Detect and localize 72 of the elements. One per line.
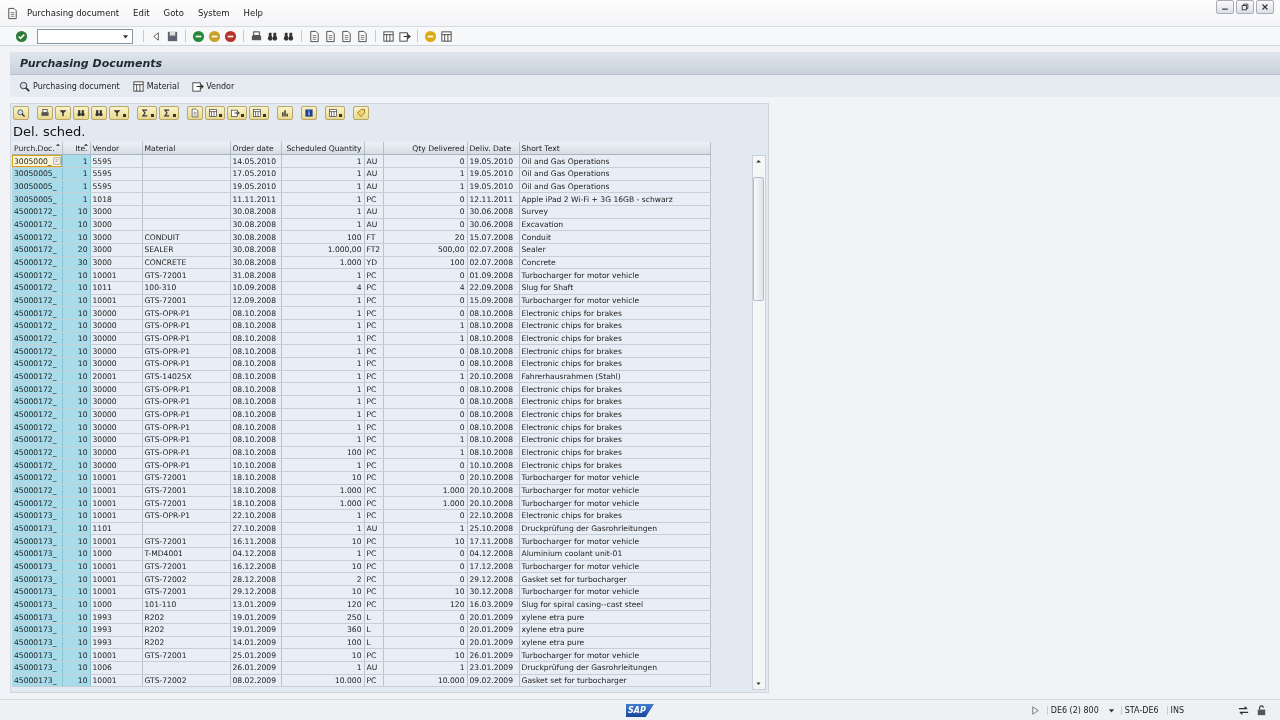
toolbar-button[interactable]: Material [129, 78, 182, 94]
printer-icon[interactable] [250, 29, 263, 43]
grid-icon [328, 107, 338, 118]
filter-button[interactable] [55, 105, 71, 120]
printer-icon [40, 107, 50, 118]
binoculars-icon [76, 107, 86, 118]
find-button[interactable] [73, 105, 89, 120]
total-button[interactable] [137, 105, 157, 120]
bar-chart-icon [280, 107, 290, 118]
cancel-icon[interactable] [224, 29, 237, 43]
screen-title: Purchasing Documents [20, 56, 163, 70]
details-button[interactable] [13, 105, 29, 120]
page-icon[interactable] [324, 29, 337, 43]
page-icon [190, 107, 200, 118]
page-icon[interactable] [308, 29, 321, 43]
shortcut-icon[interactable] [398, 29, 411, 43]
tag-icon [356, 107, 366, 118]
menu-item[interactable]: Purchasing document [27, 8, 120, 18]
page-icon[interactable] [356, 29, 369, 43]
export-icon [230, 107, 240, 118]
functions-button[interactable] [325, 105, 345, 120]
grid-icon [208, 107, 218, 118]
window-menu-icon[interactable] [6, 6, 19, 20]
info-icon [304, 107, 314, 118]
server-name: STA-DE6 [1120, 705, 1162, 715]
minimize-button[interactable] [1216, 0, 1234, 14]
window-icon[interactable] [382, 29, 395, 43]
magnifier-icon [18, 79, 31, 93]
list-title: Del. sched. [12, 123, 87, 141]
menu-item[interactable]: System [197, 8, 230, 18]
funnel-icon [112, 107, 122, 118]
print-button[interactable] [37, 105, 53, 120]
sum-icon [162, 107, 172, 118]
export-icon [191, 79, 205, 93]
check-icon[interactable] [15, 29, 28, 43]
lock-icon[interactable] [1255, 703, 1268, 717]
scroll-thumb[interactable] [753, 177, 764, 301]
layout-icon[interactable] [440, 29, 453, 43]
value-help-icon [52, 157, 61, 166]
menu-item[interactable]: Help [243, 8, 263, 18]
system-info[interactable]: DE6 (2) 800 [1046, 705, 1102, 715]
export-button[interactable] [227, 105, 247, 120]
scroll-up-icon[interactable] [755, 158, 762, 165]
restore-button[interactable] [1236, 0, 1254, 14]
subtotal-button[interactable] [159, 105, 179, 120]
info-button[interactable] [301, 105, 317, 120]
grid-icon [131, 79, 145, 93]
funnel-icon [58, 107, 68, 118]
menu-item[interactable]: Edit [133, 8, 150, 18]
find-next-button[interactable] [91, 105, 107, 120]
restore-icon [1240, 2, 1250, 12]
close-icon [1260, 2, 1270, 12]
page-icon[interactable] [340, 29, 353, 43]
magnifier-icon [16, 107, 26, 118]
views-button[interactable] [205, 105, 225, 120]
tag-button[interactable] [353, 105, 369, 120]
insert-mode: INS [1166, 705, 1187, 715]
menu-item[interactable]: Goto [163, 8, 184, 18]
logo: SAP [626, 704, 654, 717]
toolbar-button[interactable]: Purchasing document [16, 78, 122, 94]
sum-icon [140, 107, 150, 118]
graphic-button[interactable] [277, 105, 293, 120]
layout-button[interactable] [249, 105, 269, 120]
close-button[interactable] [1256, 0, 1274, 14]
scrollbar[interactable] [751, 155, 766, 690]
toolbar-button[interactable]: Vendor [189, 78, 237, 94]
binoculars-icon [94, 107, 104, 118]
sort-ascending-icon [54, 142, 61, 148]
grid-icon [252, 107, 262, 118]
filter-button[interactable] [109, 105, 129, 120]
command-field[interactable] [37, 28, 133, 44]
scroll-down-icon[interactable] [755, 680, 762, 687]
